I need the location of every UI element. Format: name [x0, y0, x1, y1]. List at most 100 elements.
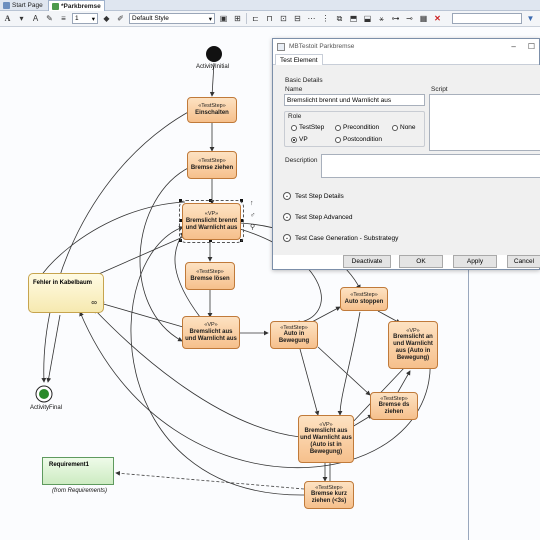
svg-text:↑: ↑: [250, 200, 254, 207]
line-width-input[interactable]: 1 ▾: [72, 13, 98, 24]
requirement-node[interactable]: Requirement1: [42, 457, 114, 485]
requirement-label: Requirement1: [49, 462, 90, 468]
description-label: Description: [285, 157, 318, 164]
line-color-icon[interactable]: ✎: [44, 13, 55, 24]
node-bremslicht-an[interactable]: «VP» Bremslicht an und Warnlicht aus (Au…: [388, 321, 438, 369]
same-width-icon[interactable]: ⊡: [278, 13, 289, 24]
node-label: Bremse kurz ziehen (<3s): [310, 491, 348, 505]
role-none-radio[interactable]: None: [392, 124, 416, 131]
space-icon[interactable]: ⋯: [306, 13, 317, 24]
chevron-down-icon: ▾: [208, 15, 212, 23]
expander-test-step-details[interactable]: ⌄ Test Step Details: [283, 192, 344, 200]
node-bremse-loesen[interactable]: «TestStep» Bremse lösen: [185, 262, 235, 290]
tab-test-element[interactable]: Test Element: [275, 54, 323, 65]
name-field[interactable]: Bremslicht brennt und Warnlicht aus: [284, 94, 425, 106]
toolbar-separator: [246, 13, 247, 24]
search-input[interactable]: [452, 13, 522, 24]
dialog-tabs: Test Element: [273, 54, 539, 65]
ok-button[interactable]: OK: [399, 255, 443, 268]
bring-front-icon[interactable]: ⬒: [348, 13, 359, 24]
app-icon: [277, 42, 285, 51]
maximize-icon[interactable]: ☐: [528, 42, 535, 51]
node-bremse-kurz[interactable]: «TestStep» Bremse kurz ziehen (<3s): [304, 481, 354, 509]
role-postcondition-radio[interactable]: Postcondition: [335, 136, 382, 143]
table-icon[interactable]: ▦: [418, 13, 429, 24]
expander-label: Test Step Advanced: [295, 213, 353, 221]
mbtestoit-dialog: MBTestoit Parkbremse – ☐ Test Element Ba…: [272, 38, 540, 270]
node-bremse-ziehen[interactable]: «TestStep» Bremse ziehen: [187, 151, 237, 179]
node-bremslicht-aus-bewegung[interactable]: «VP» Bremslicht aus und Warnlicht aus (A…: [298, 415, 354, 463]
align-left-icon[interactable]: ⊏: [250, 13, 261, 24]
dialog-footer: Deactivate OK Apply Cancel: [273, 255, 540, 271]
chevron-down-icon: ▾: [91, 15, 95, 23]
expander-test-case-generation[interactable]: ⌄ Test Case Generation - Substrategy: [283, 234, 398, 242]
style-select[interactable]: Default Style ▾: [129, 13, 215, 24]
node-bremslicht-aus[interactable]: «VP» Bremslicht aus und Warnlicht aus: [182, 316, 240, 349]
deactivate-button[interactable]: Deactivate: [343, 255, 391, 268]
node-label: Bremse lösen: [190, 275, 230, 282]
tree-icon[interactable]: ⊶: [390, 13, 401, 24]
radio-circle: [335, 136, 341, 143]
apply-button[interactable]: Apply: [453, 255, 497, 268]
node-einschalten[interactable]: «TestStep» Einschalten: [187, 97, 237, 123]
font-button[interactable]: A: [2, 13, 13, 24]
document-tab-bar: Start Page *Parkbremse: [0, 0, 540, 11]
name-label: Name: [285, 86, 303, 93]
script-field[interactable]: [429, 94, 540, 151]
format-icon[interactable]: ▣: [218, 13, 229, 24]
node-label: Einschalten: [195, 109, 229, 116]
group-icon[interactable]: ⧉: [334, 13, 345, 24]
final-label: ActivityFinal: [30, 405, 63, 411]
svg-text:♂: ♂: [250, 212, 255, 219]
align-top-icon[interactable]: ⊓: [264, 13, 275, 24]
node-label: Bremse ziehen: [190, 164, 234, 171]
paint-icon[interactable]: ◆: [101, 13, 112, 24]
cancel-button[interactable]: Cancel: [507, 255, 540, 268]
node-auto-stoppen[interactable]: «TestStep» Auto stoppen: [340, 287, 388, 311]
node-bremse-ds-ziehen[interactable]: «TestStep» Bremse ds ziehen: [370, 392, 418, 420]
send-back-icon[interactable]: ⬓: [362, 13, 373, 24]
node-label: Bremse ds ziehen: [378, 402, 410, 416]
radio-label: Precondition: [343, 124, 380, 131]
minimize-icon[interactable]: –: [511, 42, 515, 51]
tab-start-page[interactable]: Start Page: [0, 0, 46, 11]
delete-icon[interactable]: ✕: [432, 13, 443, 24]
tab-label: Start Page: [12, 2, 43, 9]
expander-test-step-advanced[interactable]: ⌄ Test Step Advanced: [283, 213, 352, 221]
subactivity-icon: ∞: [91, 298, 97, 307]
chevron-down-icon: ⌄: [283, 192, 291, 200]
dialog-title: MBTestoit Parkbremse: [289, 43, 355, 50]
node-bremslicht-brennt[interactable]: «VP» Bremslicht brennt und Warnlicht aus: [179, 200, 244, 243]
expander-label: Test Case Generation - Substrategy: [295, 234, 399, 242]
align-icon[interactable]: ⊞: [232, 13, 243, 24]
initial-node[interactable]: [206, 46, 222, 62]
radio-label: None: [400, 124, 416, 131]
role-teststep-radio[interactable]: TestStep: [291, 124, 324, 131]
lifeline-divider: [468, 270, 469, 540]
requirement-source: (from Requirements): [52, 488, 108, 494]
line-style-icon[interactable]: ≡: [58, 13, 69, 24]
dialog-titlebar: MBTestoit Parkbremse – ☐: [273, 39, 539, 54]
tab-parkbremse[interactable]: *Parkbremse: [48, 0, 105, 11]
distribute-icon[interactable]: ⋮: [320, 13, 331, 24]
filter-icon[interactable]: ▼: [525, 13, 536, 24]
radio-circle: [392, 124, 398, 131]
radio-circle: [291, 124, 297, 131]
fehler-kabelbaum-node[interactable]: Fehler in Kabelbaum ∞: [28, 273, 104, 313]
node-label: Bremslicht brennt und Warnlicht aus: [185, 217, 238, 231]
description-field[interactable]: [321, 154, 540, 178]
node-auto-in-bewegung[interactable]: «TestStep» Auto in Bewegung: [270, 321, 318, 349]
fill-color-icon[interactable]: ▾: [16, 13, 27, 24]
brush-icon[interactable]: ✐: [115, 13, 126, 24]
role-precondition-radio[interactable]: Precondition: [335, 124, 379, 131]
script-label: Script: [431, 86, 448, 93]
dialog-body: Basic Details Name Script Bremslicht bre…: [273, 65, 540, 255]
role-vp-radio[interactable]: VP: [291, 136, 308, 143]
node-label: Bremslicht an und Warnlicht aus (Auto in…: [393, 334, 433, 362]
radio-circle: [335, 124, 341, 131]
link-icon[interactable]: ⊸: [404, 13, 415, 24]
same-height-icon[interactable]: ⊟: [292, 13, 303, 24]
layout-icon[interactable]: ⚹: [376, 13, 387, 24]
chevron-down-icon: ⌄: [283, 213, 291, 221]
text-color-icon[interactable]: A: [30, 13, 41, 24]
